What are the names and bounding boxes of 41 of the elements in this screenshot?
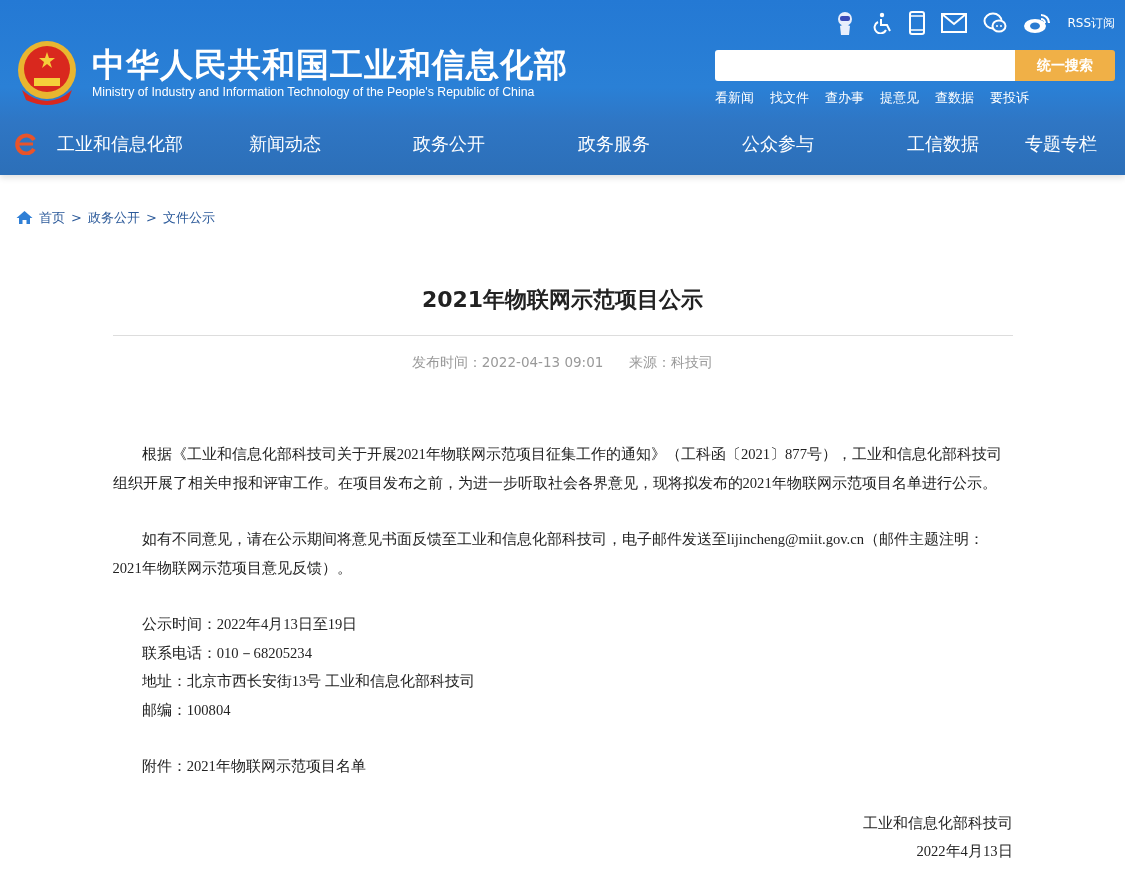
quick-link[interactable]: 提意见 xyxy=(880,89,919,107)
nav-item[interactable]: 政务服务 xyxy=(531,132,696,156)
wheelchair-icon[interactable] xyxy=(871,12,894,34)
quick-link[interactable]: 看新闻 xyxy=(715,89,754,107)
quick-link[interactable]: 查数据 xyxy=(935,89,974,107)
body-paragraph: 如有不同意见，请在公示期间将意见书面反馈至工业和信息化部科技司，电子邮件发送至lijincheng@miit.gov.cn（邮件主题注明：2021年物联网示范项目意见反馈）。 xyxy=(112,530,986,578)
site-subtitle: Ministry of Industry and Information Technology of the People's Republic of China xyxy=(92,84,536,100)
weibo-icon[interactable] xyxy=(1023,12,1052,34)
rss-link[interactable]: RSS订阅 xyxy=(1067,14,1115,32)
e-logo-icon xyxy=(14,133,38,155)
body-paragraph: 根据《工业和信息化部科技司关于开展2021年物联网示范项目征集工作的通知》（工科函〔2021〕877号），工业和信息化部科技司组织开展了相关申报和评审工作。在项目发布之前，为进一步听取社会各界意见，现将拟发布的2021年物联网示范项目名单进行公示。 xyxy=(112,445,1003,493)
quick-link[interactable]: 查办事 xyxy=(825,89,864,107)
quick-link[interactable]: 要投诉 xyxy=(990,89,1029,107)
article-title: 2021年物联网示范项目公示 xyxy=(112,285,1013,336)
breadcrumb-separator: > xyxy=(71,210,82,225)
quick-link[interactable]: 找文件 xyxy=(770,89,809,107)
breadcrumb-link[interactable]: 政务公开 xyxy=(87,208,140,227)
signature-line: 2022年4月13日 xyxy=(915,842,1013,861)
home-icon[interactable] xyxy=(16,210,33,225)
site-title: 中华人民共和国工业和信息化部 xyxy=(92,46,568,84)
breadcrumb-link[interactable]: 文件公示 xyxy=(162,208,215,227)
body-line: 邮编：100804 xyxy=(140,700,232,720)
chat-bubbles-icon[interactable] xyxy=(983,12,1008,34)
nav-item[interactable]: 政务公开 xyxy=(367,132,532,156)
nav-item[interactable]: 公众参与 xyxy=(696,132,861,156)
nav-item[interactable]: 工信数据 xyxy=(860,132,1025,156)
article-meta: 来源：科技司 xyxy=(629,354,714,372)
breadcrumb-separator: > xyxy=(145,210,157,225)
nav-item[interactable]: 工业和信息化部 xyxy=(38,132,203,156)
mail-icon[interactable] xyxy=(941,13,968,33)
nav-item[interactable]: 专题专栏 xyxy=(1025,132,1097,156)
body-line: 公示时间：2022年4月13日至19日 xyxy=(140,615,359,634)
body-line: 地址：北京市西长安街13号 工业和信息化部科技司 xyxy=(140,672,476,691)
breadcrumb-link[interactable]: 首页 xyxy=(39,208,65,227)
signature-line: 工业和信息化部科技司 xyxy=(861,813,1013,833)
article-meta: 发布时间：2022-04-13 09:01 xyxy=(411,354,604,372)
national-emblem-logo xyxy=(16,40,78,106)
nav-item[interactable]: 新闻动态 xyxy=(202,132,367,156)
body-line: 联系电话：010－68205234 xyxy=(140,643,313,663)
body-line: 附件：2021年物联网示范项目名单 xyxy=(140,757,367,776)
mobile-phone-icon[interactable] xyxy=(909,11,926,35)
